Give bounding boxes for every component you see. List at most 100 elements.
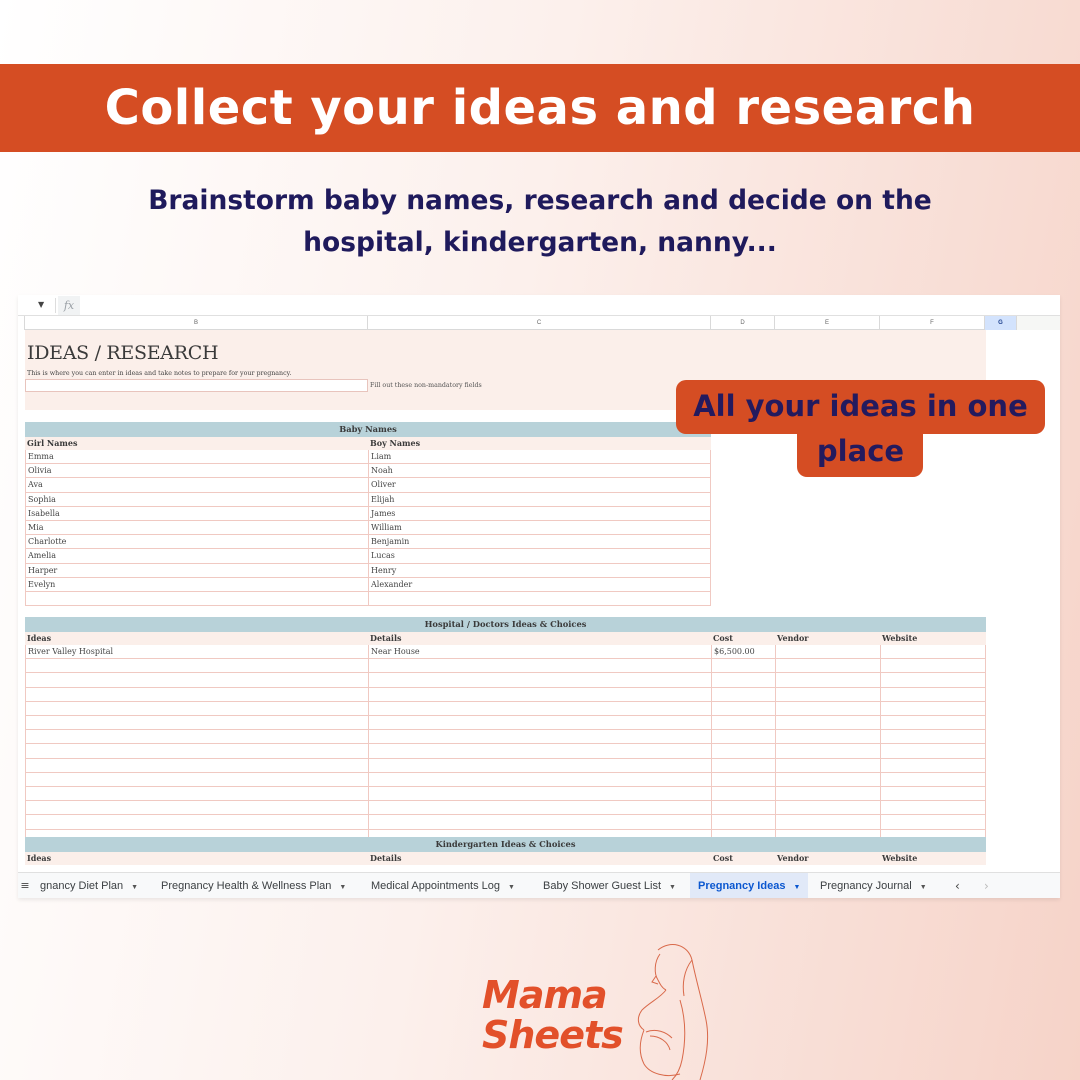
table-cell[interactable] — [880, 815, 986, 829]
table-cell[interactable] — [25, 701, 368, 715]
table-cell[interactable]: Harper — [25, 563, 368, 577]
table-cell[interactable] — [775, 744, 880, 758]
table-cell[interactable]: James — [368, 506, 711, 520]
table-cell[interactable] — [25, 744, 368, 758]
table-cell[interactable]: Charlotte — [25, 535, 368, 549]
table-cell[interactable]: Elijah — [368, 492, 711, 506]
table-cell[interactable] — [25, 772, 368, 786]
table-cell[interactable] — [775, 673, 880, 687]
caret-down-icon[interactable]: ▼ — [131, 884, 138, 891]
table-cell[interactable] — [711, 659, 775, 673]
scroll-tabs-right-icon[interactable]: › — [984, 873, 989, 898]
table-cell[interactable]: Sophia — [25, 492, 368, 506]
table-cell[interactable] — [711, 787, 775, 801]
caret-down-icon[interactable]: ▼ — [669, 884, 676, 891]
table-cell[interactable] — [880, 730, 986, 744]
table-cell[interactable] — [775, 645, 880, 659]
table-cell[interactable]: Noah — [368, 464, 711, 478]
notes-input-cell[interactable] — [25, 379, 368, 392]
table-cell[interactable]: William — [368, 521, 711, 535]
table-cell[interactable] — [711, 730, 775, 744]
table-cell[interactable] — [711, 716, 775, 730]
table-cell[interactable] — [775, 801, 880, 815]
table-cell[interactable]: Lucas — [368, 549, 711, 563]
table-cell[interactable] — [368, 772, 711, 786]
table-cell[interactable]: River Valley Hospital — [25, 645, 368, 659]
table-cell[interactable] — [711, 744, 775, 758]
table-cell[interactable]: Alexander — [368, 577, 711, 591]
table-cell[interactable] — [775, 730, 880, 744]
table-cell[interactable]: Amelia — [25, 549, 368, 563]
table-cell[interactable] — [880, 744, 986, 758]
table-cell[interactable] — [368, 673, 711, 687]
table-cell[interactable] — [368, 801, 711, 815]
column-header-b[interactable]: B — [25, 316, 368, 330]
table-cell[interactable] — [25, 787, 368, 801]
table-cell[interactable] — [25, 659, 368, 673]
table-cell[interactable] — [368, 744, 711, 758]
table-cell[interactable] — [25, 730, 368, 744]
table-cell[interactable] — [775, 659, 880, 673]
tab-pregnancy-ideas[interactable]: Pregnancy Ideas ▼ — [690, 873, 809, 898]
table-cell[interactable]: Henry — [368, 563, 711, 577]
table-cell[interactable] — [25, 673, 368, 687]
table-cell[interactable]: Evelyn — [25, 577, 368, 591]
tab-pregnancy-health-wellness-plan[interactable]: Pregnancy Health & Wellness Plan ▼ — [153, 873, 354, 898]
table-cell[interactable] — [775, 772, 880, 786]
table-cell[interactable] — [25, 716, 368, 730]
column-header-e[interactable]: E — [775, 316, 880, 330]
table-cell[interactable] — [368, 716, 711, 730]
table-cell[interactable] — [711, 801, 775, 815]
table-cell[interactable]: Liam — [368, 450, 711, 464]
table-cell[interactable]: $6,500.00 — [711, 645, 775, 659]
caret-down-icon[interactable]: ▼ — [508, 884, 515, 891]
table-cell[interactable] — [880, 772, 986, 786]
table-cell[interactable] — [880, 645, 986, 659]
caret-down-icon[interactable]: ▼ — [339, 884, 346, 891]
column-header-c[interactable]: C — [368, 316, 711, 330]
scroll-tabs-left-icon[interactable]: ‹ — [955, 873, 960, 898]
table-cell[interactable] — [711, 687, 775, 701]
table-cell[interactable] — [368, 687, 711, 701]
table-cell[interactable] — [25, 687, 368, 701]
table-cell[interactable] — [880, 673, 986, 687]
table-cell[interactable] — [880, 716, 986, 730]
table-cell[interactable] — [711, 772, 775, 786]
table-cell[interactable] — [775, 701, 880, 715]
tab-baby-shower-guest-list[interactable]: Baby Shower Guest List ▼ — [535, 873, 684, 898]
dropdown-caret-icon[interactable]: ▼ — [38, 300, 44, 309]
table-cell[interactable] — [775, 716, 880, 730]
table-cell[interactable] — [880, 787, 986, 801]
table-cell[interactable]: Ava — [25, 478, 368, 492]
table-cell[interactable] — [880, 801, 986, 815]
table-cell[interactable]: Oliver — [368, 478, 711, 492]
all-sheets-menu-icon[interactable]: ≡ — [18, 873, 32, 898]
table-cell[interactable] — [368, 730, 711, 744]
table-cell[interactable] — [368, 659, 711, 673]
table-cell[interactable] — [25, 815, 368, 829]
column-header-d[interactable]: D — [711, 316, 775, 330]
table-cell[interactable] — [880, 701, 986, 715]
tab-pregnancy-diet-plan[interactable]: gnancy Diet Plan ▼ — [32, 873, 146, 898]
caret-down-icon[interactable]: ▼ — [920, 884, 927, 891]
table-cell[interactable] — [775, 815, 880, 829]
table-cell[interactable] — [25, 801, 368, 815]
table-cell[interactable] — [880, 659, 986, 673]
table-cell[interactable]: Emma — [25, 450, 368, 464]
table-cell[interactable] — [775, 787, 880, 801]
tab-medical-appointments-log[interactable]: Medical Appointments Log ▼ — [363, 873, 523, 898]
table-cell[interactable]: Mia — [25, 521, 368, 535]
table-cell[interactable] — [368, 758, 711, 772]
table-cell[interactable]: Isabella — [25, 506, 368, 520]
tab-pregnancy-journal[interactable]: Pregnancy Journal ▼ — [812, 873, 935, 898]
table-cell[interactable]: Benjamin — [368, 535, 711, 549]
column-header-g[interactable]: G — [985, 316, 1017, 330]
table-cell[interactable] — [775, 687, 880, 701]
table-cell[interactable] — [368, 701, 711, 715]
table-cell[interactable] — [880, 687, 986, 701]
table-cell[interactable]: Near House — [368, 645, 711, 659]
table-cell[interactable] — [880, 758, 986, 772]
table-cell[interactable] — [775, 758, 880, 772]
caret-down-icon[interactable]: ▼ — [793, 884, 800, 891]
table-cell[interactable] — [368, 815, 711, 829]
